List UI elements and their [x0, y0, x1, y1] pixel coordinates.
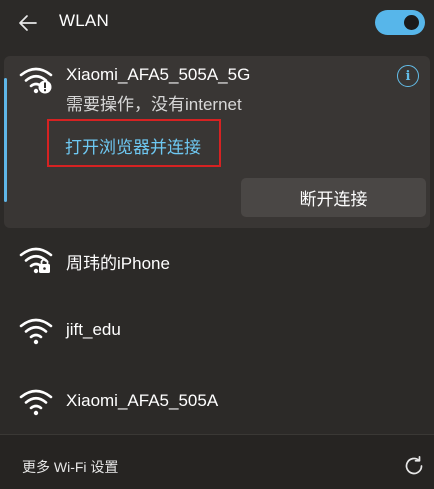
wifi-warning-icon: [19, 67, 53, 94]
network-ssid: jift_edu: [66, 320, 121, 339]
header: WLAN: [0, 0, 434, 46]
back-button[interactable]: [14, 10, 42, 36]
network-ssid: 周玮的iPhone: [66, 254, 170, 273]
selection-indicator: [4, 78, 7, 202]
disconnect-button[interactable]: 断开连接: [241, 178, 426, 217]
more-wifi-settings-link[interactable]: 更多 Wi-Fi 设置: [22, 457, 118, 477]
active-network-card[interactable]: Xiaomi_AFA5_505A_5G 需要操作，没有internet i 打开…: [4, 56, 430, 228]
highlight-box: 打开浏览器并连接: [47, 119, 221, 167]
connection-status: 需要操作，没有internet: [66, 95, 242, 114]
footer: 更多 Wi-Fi 设置: [0, 434, 434, 489]
network-item[interactable]: jift_edu: [4, 299, 430, 363]
page-title: WLAN: [59, 11, 109, 30]
active-network-ssid: Xiaomi_AFA5_505A_5G: [66, 65, 251, 84]
refresh-icon: [405, 455, 423, 475]
refresh-button[interactable]: [401, 453, 427, 479]
wifi-locked-icon: [19, 247, 53, 274]
wlan-panel: WLAN Xiaomi_AFA5_505A_5G 需要操作，没有internet…: [0, 0, 434, 489]
wlan-toggle[interactable]: [375, 10, 425, 35]
network-item[interactable]: 周玮的iPhone: [4, 228, 430, 292]
network-item[interactable]: Xiaomi_AFA5_505A: [4, 370, 430, 434]
toggle-knob: [404, 15, 419, 30]
wifi-icon: [19, 318, 53, 345]
wifi-icon: [19, 389, 53, 416]
network-ssid: Xiaomi_AFA5_505A: [66, 391, 219, 410]
arrow-left-icon: [19, 15, 37, 31]
network-properties-button[interactable]: i: [397, 65, 419, 87]
info-icon: i: [405, 68, 411, 84]
open-browser-link[interactable]: 打开浏览器并连接: [65, 133, 201, 158]
